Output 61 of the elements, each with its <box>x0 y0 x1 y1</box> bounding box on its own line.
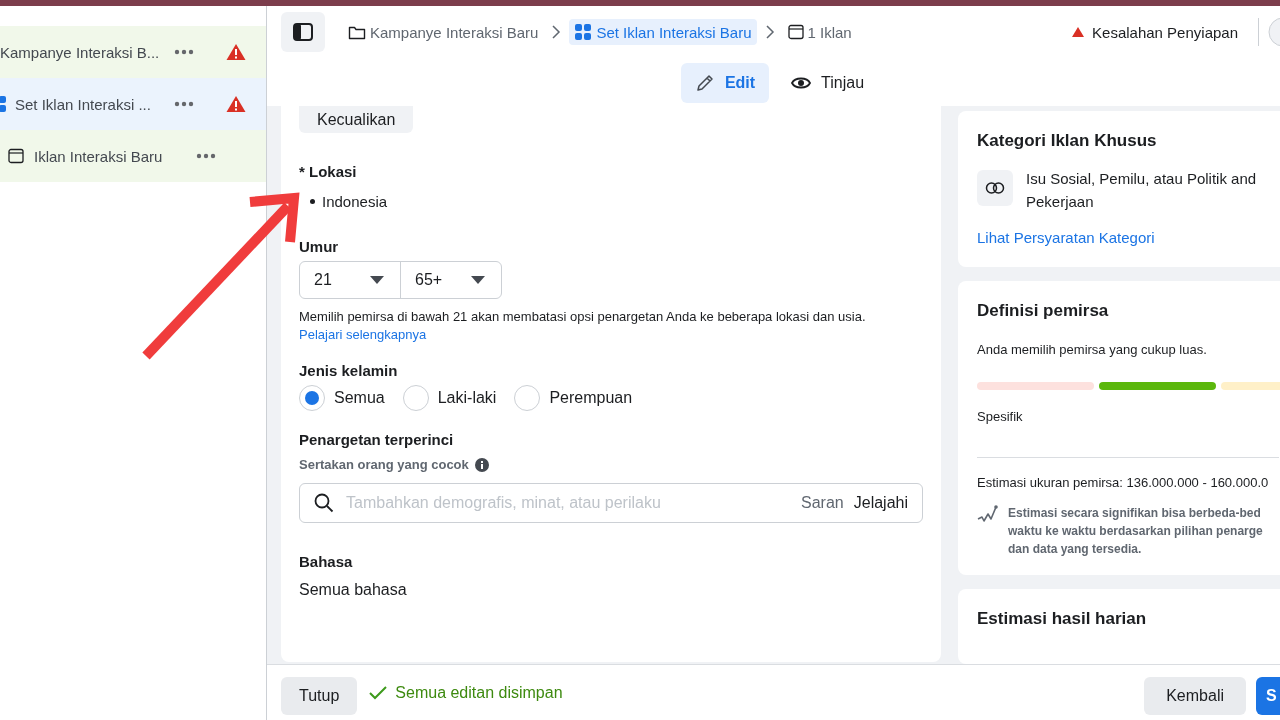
browse-link[interactable]: Jelajahi <box>853 494 908 512</box>
checkmark-icon <box>369 685 388 700</box>
radio-label[interactable]: Semua <box>334 389 385 407</box>
back-button[interactable]: Kembali <box>1144 676 1246 715</box>
save-status-text: Semua editan disimpan <box>395 683 563 702</box>
breadcrumb-link[interactable]: Set Iklan Interaksi Baru <box>569 19 757 45</box>
warning-icon <box>1072 27 1085 37</box>
audience-text: Anda memilih pemirsa yang cukup luas. <box>977 342 1208 357</box>
field-label: Jenis kelamin <box>299 362 399 379</box>
category-link[interactable]: Lihat Persyaratan Kategori <box>977 229 1155 246</box>
more-icon[interactable] <box>174 49 194 55</box>
trend-line-icon <box>977 504 999 524</box>
breadcrumb-link[interactable]: 1 Iklan <box>782 19 857 45</box>
language-value: Semua bahasa <box>299 581 408 599</box>
radio-label[interactable]: Laki-laki <box>437 389 497 407</box>
sidebar-item[interactable]: Kampanye Interaksi B... <box>0 26 266 78</box>
suggestions-link[interactable]: Saran <box>801 494 844 512</box>
category-text: Isu Sosial, Pemilu, atau Politik and Pekerjaan <box>1026 169 1258 212</box>
pencil-icon <box>694 73 715 93</box>
next-button[interactable]: S <box>1256 676 1280 715</box>
sidebar-toggle-button[interactable] <box>281 12 325 52</box>
card-title: Kategori Iklan Khusus <box>977 131 1158 151</box>
eye-icon <box>791 76 812 90</box>
radio-label[interactable]: Perempuan <box>549 389 633 407</box>
sidebar-item[interactable]: Iklan Interaksi Baru <box>0 130 266 182</box>
mode-tab[interactable]: Tinjau <box>777 63 879 103</box>
search-icon <box>314 493 334 513</box>
learn-more-link[interactable]: Pelajari selengkapnya <box>299 327 427 342</box>
card-title: Estimasi hasil harian <box>977 609 1148 629</box>
breadcrumb-link[interactable]: Kampanye Interaksi Baru <box>343 19 544 45</box>
disclaimer-text: Estimasi secara signifikan bisa berbeda-bed waktu ke waktu berdasarkan pilihan penarge dan data yang tersedia. <box>1008 505 1263 558</box>
info-icon <box>474 457 489 472</box>
field-label: Bahasa <box>299 553 354 570</box>
grid-icon <box>574 23 593 41</box>
field-label: Penargetan terperinci <box>299 431 455 448</box>
status-text: Kesalahan Penyiapan <box>1092 23 1238 41</box>
sidebar-item[interactable]: Set Iklan Interaksi ... <box>0 78 266 130</box>
more-icon[interactable] <box>174 101 194 107</box>
window-icon <box>8 148 24 164</box>
estimate-text: Estimasi ukuran pemirsa: 136.000.000 - 160.000.0 <box>977 475 1270 490</box>
grid-icon <box>0 95 7 113</box>
field-label: Umur <box>299 238 340 255</box>
avatar-icon <box>1267 17 1280 47</box>
chevron-right-icon <box>764 25 775 39</box>
bullet-icon <box>310 199 315 204</box>
sidebar-icon <box>293 23 313 41</box>
exclude-button[interactable]: Kecualikan <box>299 106 414 133</box>
location-item: Indonesia <box>322 193 388 210</box>
mode-tab[interactable]: Edit <box>680 63 770 103</box>
search-field[interactable]: Tambahkan demografis, minat, atau perilaku Saran Jelajahi <box>299 483 923 523</box>
category-icon <box>977 170 1013 206</box>
sub-label: Sertakan orang yang cocok <box>299 457 469 472</box>
folder-icon <box>348 24 366 40</box>
hint-text: Memilih pemirsa di bawah 21 akan membatasi opsi penargetan Anda ke beberapa lokasi dan usia. <box>299 309 867 324</box>
meter-label: Spesifik <box>977 409 1024 424</box>
more-icon[interactable] <box>196 153 216 159</box>
window-icon <box>787 24 804 40</box>
chevron-right-icon <box>551 25 562 39</box>
card-title: Definisi pemirsa <box>977 301 1110 321</box>
close-button[interactable]: Tutup <box>281 676 358 715</box>
field-label: * Lokasi <box>299 163 358 180</box>
